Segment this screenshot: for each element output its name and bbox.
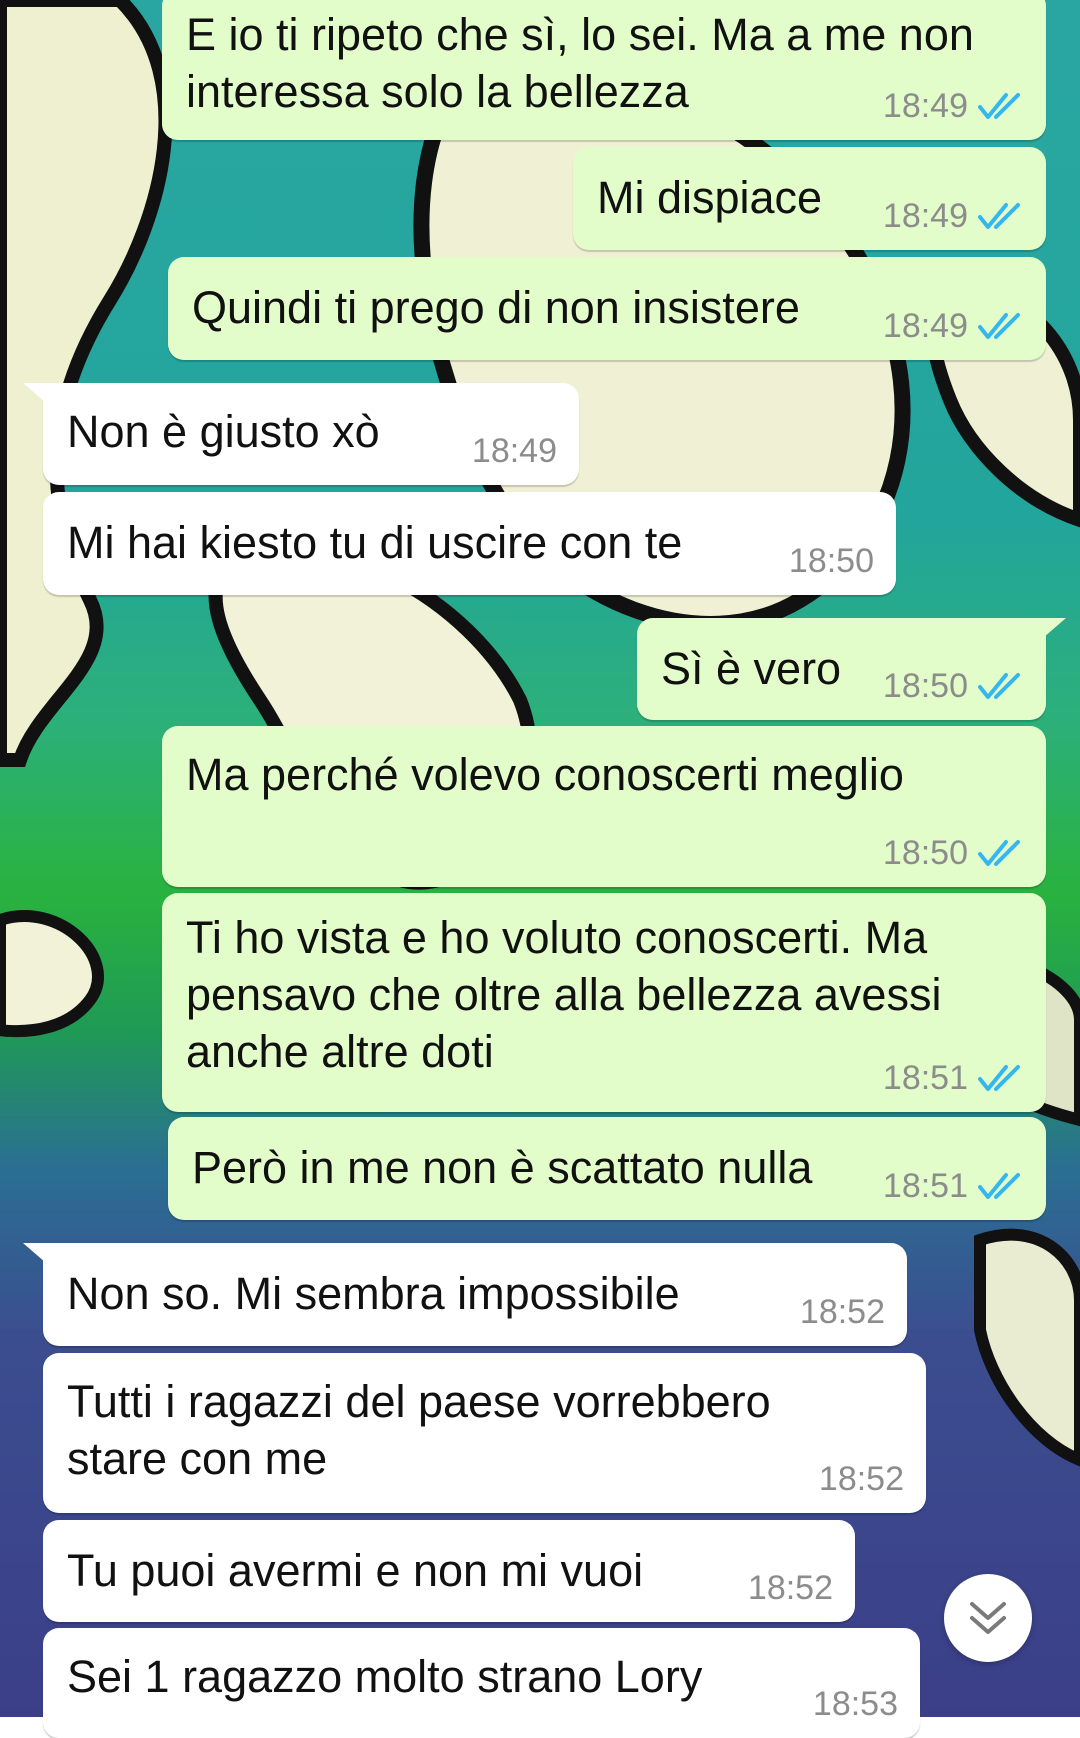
outgoing-message-bubble[interactable]: Sì è vero 18:50 [637,618,1066,720]
message-meta: 18:49 [472,431,557,471]
bubble-tail [23,1243,53,1269]
message-meta: 18:50 [789,541,874,581]
message-meta: 18:51 [883,1058,1024,1098]
bubble-tail [23,383,53,409]
incoming-message-bubble[interactable]: Tutti i ragazzi del paese vorrebbero sta… [43,1353,926,1513]
outgoing-message-bubble[interactable]: E io ti ripeto che sì, lo sei. Ma a me n… [162,0,1046,140]
outgoing-message-bubble[interactable]: Quindi ti prego di non insistere 18:49 [168,257,1046,360]
outgoing-message-bubble[interactable]: Ti ho vista e ho voluto conoscerti. Ma p… [162,893,1046,1112]
incoming-message-bubble[interactable]: Tu puoi avermi e non mi vuoi 18:52 [43,1520,855,1622]
message-timestamp: 18:50 [788,542,874,580]
message-text: Ma perché volevo conoscerti meglio [186,749,904,800]
scroll-down-button[interactable] [944,1574,1032,1662]
outgoing-message-bubble[interactable]: Però in me non è scattato nulla 18:51 [168,1117,1046,1220]
outgoing-message-bubble[interactable]: Ma perché volevo conoscerti meglio 18:50 [162,726,1046,887]
incoming-message-bubble[interactable]: Sei 1 ragazzo molto strano Lory 18:53 [43,1628,920,1738]
message-meta: 18:52 [748,1568,833,1608]
message-meta: 18:51 [883,1166,1024,1206]
double-check-icon [978,1173,1020,1199]
message-meta: 18:49 [883,86,1024,126]
message-timestamp: 18:51 [882,1059,968,1097]
message-timestamp: 18:52 [818,1460,904,1498]
message-timestamp: 18:49 [882,87,968,125]
message-text: Ti ho vista e ho voluto conoscerti. Ma p… [186,912,942,1077]
message-meta: 18:50 [883,833,1024,873]
message-meta: 18:50 [883,666,1024,706]
message-meta: 18:49 [883,196,1024,236]
message-timestamp: 18:49 [882,307,968,345]
incoming-message-bubble[interactable]: Non è giusto xò 18:49 [23,383,579,485]
message-timestamp: 18:50 [882,667,968,705]
message-timestamp: 18:49 [471,432,557,470]
message-timestamp: 18:52 [747,1569,833,1607]
double-check-icon [978,313,1020,339]
message-timestamp: 18:52 [799,1293,885,1331]
double-check-icon [978,203,1020,229]
message-meta: 18:52 [800,1292,885,1332]
message-timestamp: 18:53 [812,1685,898,1723]
double-check-icon [978,840,1020,866]
message-timestamp: 18:50 [882,834,968,872]
message-text: Non so. Mi sembra impossibile [67,1268,680,1319]
double-check-icon [978,93,1020,119]
incoming-message-bubble[interactable]: Non so. Mi sembra impossibile 18:52 [23,1243,907,1346]
message-timestamp: 18:51 [882,1167,968,1205]
message-timestamp: 18:49 [882,197,968,235]
message-meta: 18:53 [813,1684,898,1724]
bubble-tail [1036,618,1066,644]
message-text: Mi hai kiesto tu di uscire con te [67,517,683,568]
message-text: Tutti i ragazzi del paese vorrebbero sta… [67,1376,771,1484]
chevron-double-down-icon [970,1602,1006,1634]
message-text: Sei 1 ragazzo molto strano Lory [67,1651,703,1702]
double-check-icon [978,673,1020,699]
message-meta: 18:52 [819,1459,904,1499]
double-check-icon [978,1065,1020,1091]
message-text: Tu puoi avermi e non mi vuoi [67,1545,644,1596]
incoming-message-bubble[interactable]: Mi hai kiesto tu di uscire con te 18:50 [43,492,896,595]
message-meta: 18:49 [883,306,1024,346]
outgoing-message-bubble[interactable]: Mi dispiace 18:49 [573,147,1046,250]
